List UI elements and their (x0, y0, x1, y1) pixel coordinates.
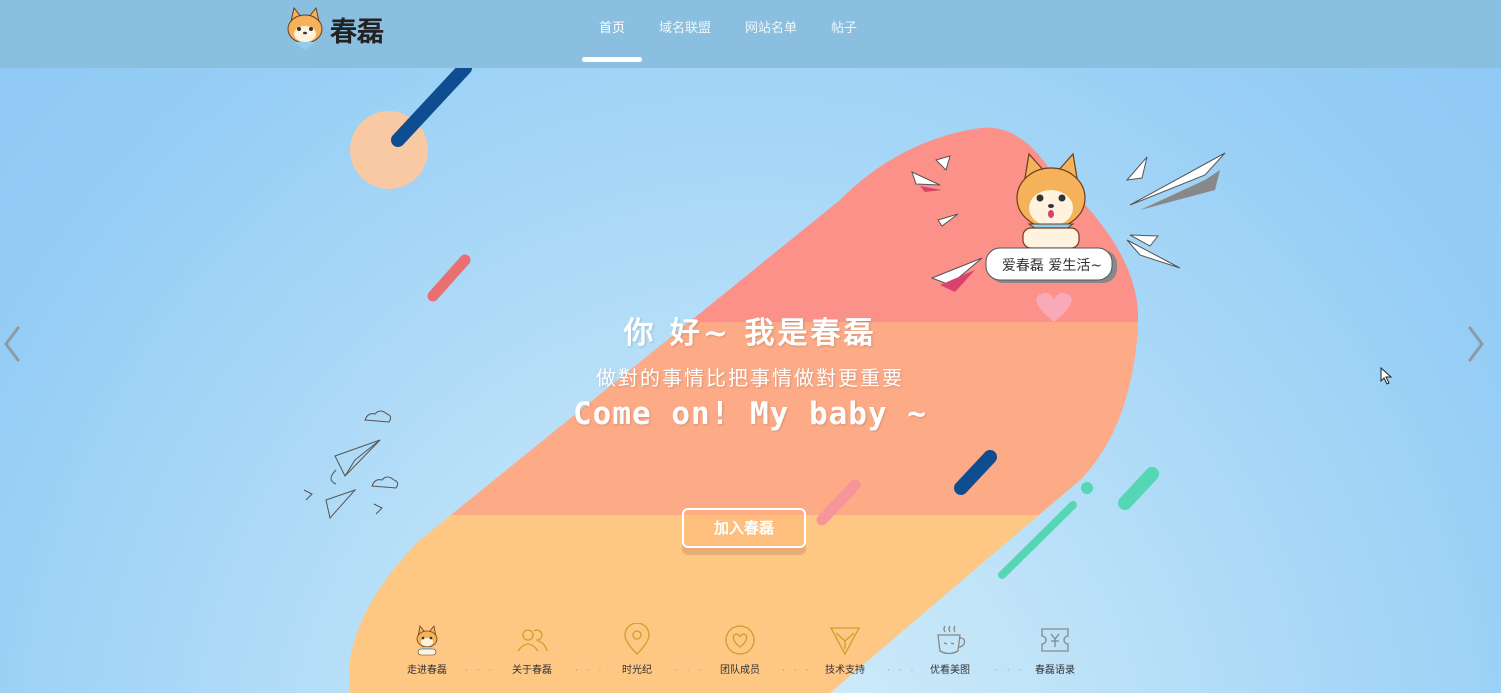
bottom-nav-item-about[interactable]: 关于春磊 (500, 623, 564, 676)
join-button[interactable]: 加入春磊 (682, 508, 806, 548)
speech-bubble: 爱春磊 爱生活~ (985, 247, 1119, 285)
dark-blue-stroke-decoration (391, 61, 472, 147)
mouse-cursor-icon (1380, 367, 1393, 385)
bottom-nav-item-intro[interactable]: 走进春磊 (395, 623, 459, 676)
bottom-nav-item-timeline[interactable]: 时光纪 (605, 623, 669, 676)
sketch-paper-planes-decoration (303, 410, 399, 520)
main-nav: 首页 域名联盟 网站名单 帖子 (582, 0, 874, 62)
bottom-nav-item-team[interactable]: 团队成员 (708, 623, 772, 676)
ticket-icon (1041, 628, 1069, 652)
bottom-nav-label: 时光纪 (622, 665, 652, 676)
heart-icon (725, 625, 755, 655)
bottom-nav-label: 优看美图 (930, 665, 970, 676)
bottom-nav-label: 走进春磊 (407, 665, 447, 676)
separator-dots: · · · (675, 666, 705, 676)
separator-dots: · · · (995, 666, 1025, 676)
speech-bubble-text: 爱春磊 爱生活~ (1001, 258, 1103, 274)
dog-mascot-illustration (1016, 152, 1086, 249)
site-logo[interactable]: 春磊 (286, 5, 384, 53)
bottom-nav-label: 春磊语录 (1035, 665, 1075, 676)
logo-text: 春磊 (330, 16, 384, 48)
nav-item-domain-alliance[interactable]: 域名联盟 (642, 0, 728, 62)
bottom-nav-item-tech-support[interactable]: 技术支持 (813, 623, 877, 676)
coffee-cup-icon (937, 625, 966, 655)
hero-greeting: 你 好~ 我是春磊 (623, 316, 877, 351)
bottom-nav-label: 关于春磊 (512, 665, 552, 676)
hero-tagline: Come on! My baby ~ (573, 396, 927, 432)
dog-mascot-icon (416, 625, 438, 656)
top-header: 春磊 首页 域名联盟 网站名单 帖子 (0, 0, 1501, 68)
triangle-icon (829, 627, 861, 656)
bottom-nav-item-quotes[interactable]: 春磊语录 (1023, 623, 1087, 676)
carousel-next-arrow-icon[interactable] (1462, 322, 1488, 366)
bottom-feature-nav: 走进春磊 · · · 关于春磊 · · · 时光纪 · · · 团队成员 · ·… (395, 623, 1095, 683)
location-pin-icon (624, 623, 650, 655)
separator-dots: · · · (575, 666, 605, 676)
bottom-nav-label: 团队成员 (720, 665, 760, 676)
dog-logo-icon (287, 6, 323, 50)
separator-dots: · · · (465, 666, 495, 676)
nav-item-site-list[interactable]: 网站名单 (728, 0, 814, 62)
separator-dots: · · · (782, 666, 812, 676)
separator-dots: · · · (887, 666, 917, 676)
hero-motto: 做對的事情比把事情做對更重要 (596, 366, 904, 390)
people-icon (517, 629, 548, 652)
bottom-nav-label: 技术支持 (825, 665, 865, 676)
nav-item-home[interactable]: 首页 (582, 0, 643, 62)
nav-item-posts[interactable]: 帖子 (814, 0, 874, 62)
bottom-nav-item-gallery[interactable]: 优看美图 (918, 623, 982, 676)
carousel-prev-arrow-icon[interactable] (0, 322, 26, 366)
